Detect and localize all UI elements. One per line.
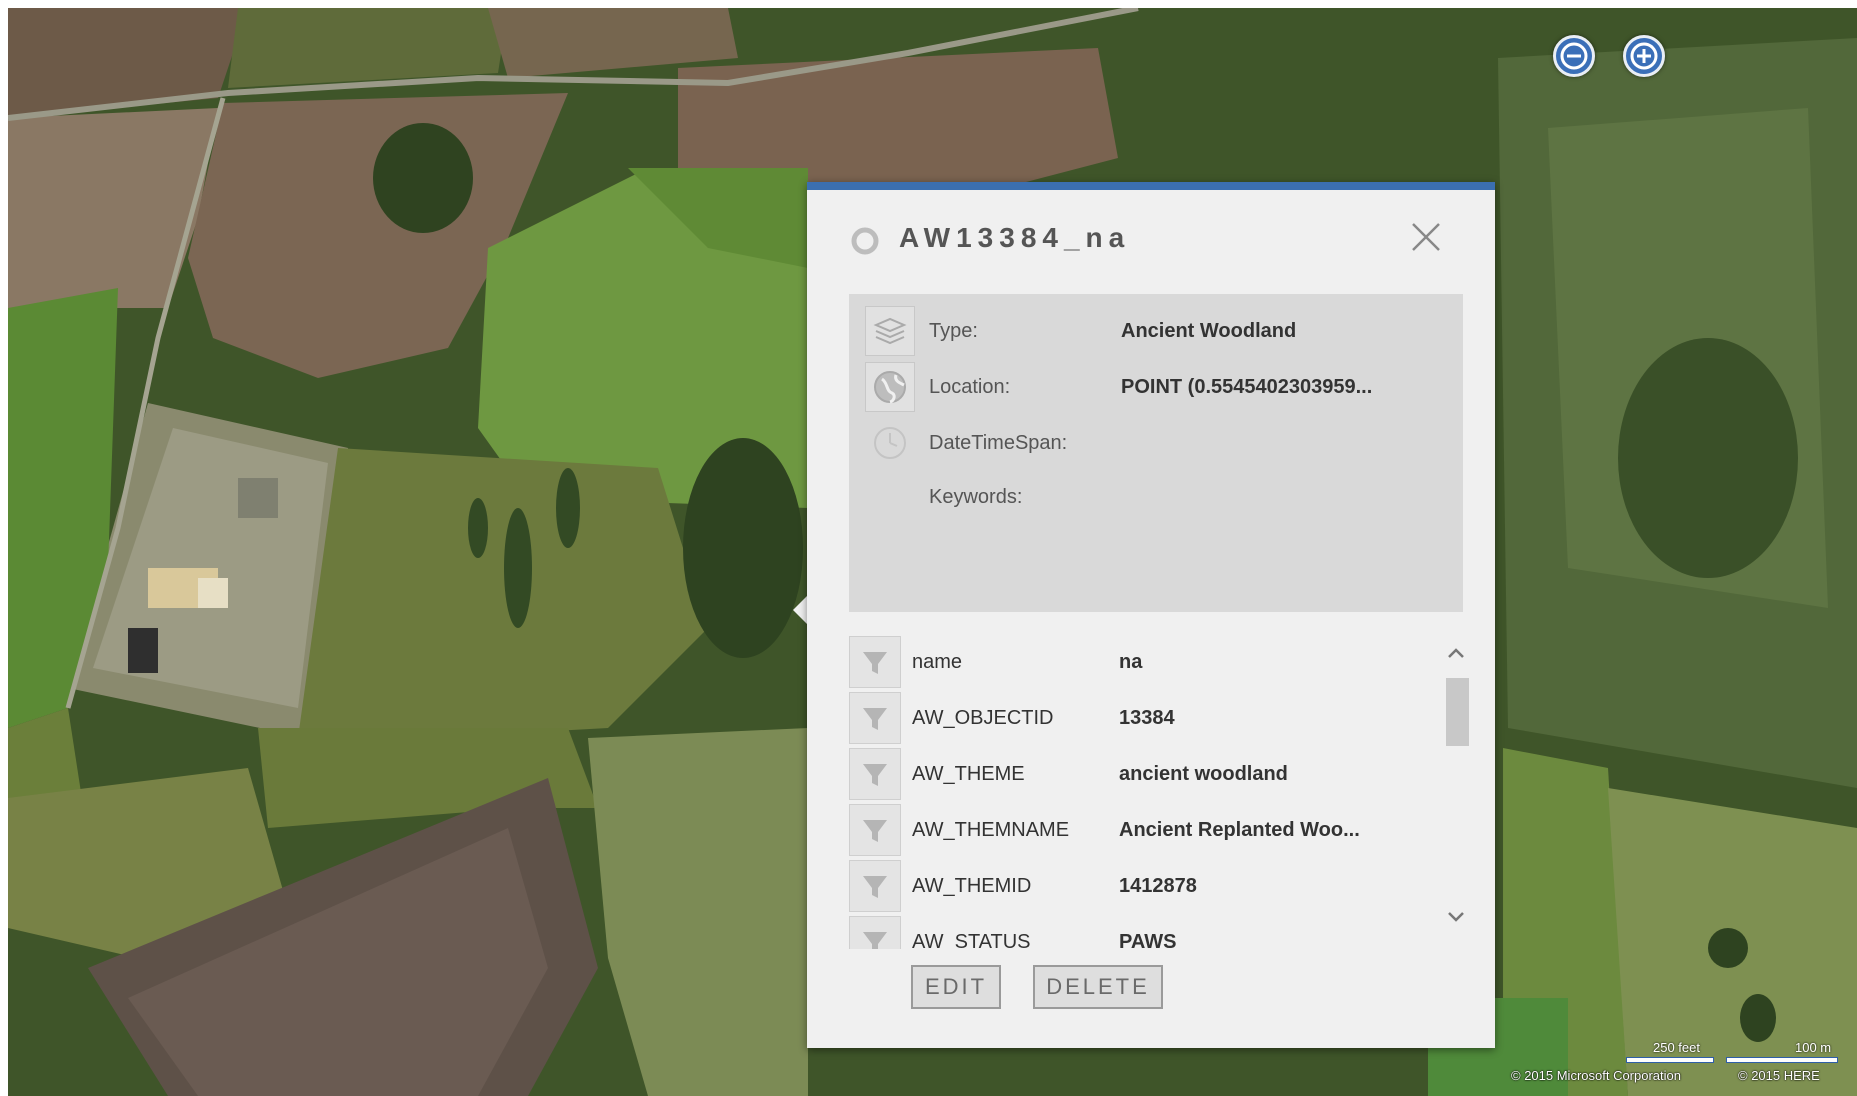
attribute-name: AW_THEMID: [912, 875, 1032, 897]
feature-popup: AW13384_na Type: Ancient Woodland Locati…: [807, 182, 1495, 1048]
summary-label: Location:: [929, 376, 1011, 398]
filter-icon: [863, 932, 887, 949]
filter-button[interactable]: [849, 860, 901, 912]
summary-value: Ancient Woodland: [1121, 320, 1297, 342]
attribute-row: AW_STATUS PAWS: [849, 916, 1439, 949]
scroll-up-icon[interactable]: [1443, 642, 1469, 664]
feature-summary: Type: Ancient Woodland Location: POINT (…: [849, 294, 1463, 612]
summary-row-datetimespan: DateTimeSpan:: [849, 418, 1463, 468]
edit-button[interactable]: EDIT: [911, 965, 1001, 1009]
attribute-name: AW_STATUS: [912, 931, 1031, 949]
attribute-name: AW_OBJECTID: [912, 707, 1054, 729]
filter-icon: [863, 820, 887, 842]
close-icon[interactable]: [1409, 220, 1443, 254]
filter-icon: [863, 652, 887, 674]
radio-icon[interactable]: [850, 226, 880, 256]
filter-icon: [863, 708, 887, 730]
attribute-value: na: [1119, 651, 1143, 673]
attribute-value: 13384: [1119, 707, 1175, 729]
attribute-name: AW_THEMNAME: [912, 819, 1070, 841]
attribute-value: PAWS: [1119, 931, 1177, 949]
scroll-down-icon[interactable]: [1443, 906, 1469, 928]
summary-label: DateTimeSpan:: [929, 432, 1068, 454]
summary-row-type: Type: Ancient Woodland: [849, 306, 1463, 356]
layers-icon: [865, 306, 915, 356]
zoom-in-button[interactable]: +: [1623, 35, 1665, 77]
popup-title: AW13384_na: [899, 222, 1131, 253]
summary-label: Type:: [929, 320, 978, 342]
attribute-name: name: [912, 651, 963, 673]
attribute-list[interactable]: name na AW_OBJECTID 13384 AW_THEME ancie…: [849, 636, 1439, 949]
filter-button[interactable]: [849, 748, 901, 800]
filter-button[interactable]: [849, 636, 901, 688]
attribute-value: ancient woodland: [1119, 763, 1288, 785]
summary-label: Keywords:: [929, 486, 1023, 508]
attribution-here: © 2015 HERE: [1738, 1068, 1820, 1083]
popup-pointer: [793, 596, 807, 624]
attribute-value: Ancient Replanted Woo...: [1119, 819, 1360, 841]
attribute-name: AW_THEME: [912, 763, 1025, 785]
scale-meters-label: 100 m: [1795, 1040, 1832, 1055]
zoom-out-button[interactable]: −: [1553, 35, 1595, 77]
scale-feet-bar: [1626, 1057, 1714, 1063]
filter-button[interactable]: [849, 916, 901, 949]
delete-button[interactable]: DELETE: [1033, 965, 1163, 1009]
clock-icon: [865, 418, 915, 468]
filter-button[interactable]: [849, 804, 901, 856]
plus-icon: [1630, 42, 1658, 70]
minus-icon: [1560, 42, 1588, 70]
filter-button[interactable]: [849, 692, 901, 744]
scrollbar-thumb[interactable]: [1446, 678, 1469, 746]
attribute-row: AW_OBJECTID 13384: [849, 692, 1439, 744]
filter-icon: [863, 764, 887, 786]
attribute-value: 1412878: [1119, 875, 1197, 897]
summary-row-location: Location: POINT (0.5545402303959...: [849, 362, 1463, 412]
scale-feet-label: 250 feet: [1653, 1040, 1700, 1055]
summary-value: POINT (0.5545402303959...: [1121, 376, 1373, 398]
attribution-microsoft: © 2015 Microsoft Corporation: [1511, 1068, 1681, 1083]
attribute-row: AW_THEMNAME Ancient Replanted Woo...: [849, 804, 1439, 856]
globe-icon: [865, 362, 915, 412]
attribute-row: AW_THEME ancient woodland: [849, 748, 1439, 800]
attribute-row: AW_THEMID 1412878: [849, 860, 1439, 912]
filter-icon: [863, 876, 887, 898]
summary-row-keywords: Keywords:: [849, 472, 1463, 522]
scale-meters-bar: [1726, 1057, 1838, 1063]
attribute-row: name na: [849, 636, 1439, 688]
